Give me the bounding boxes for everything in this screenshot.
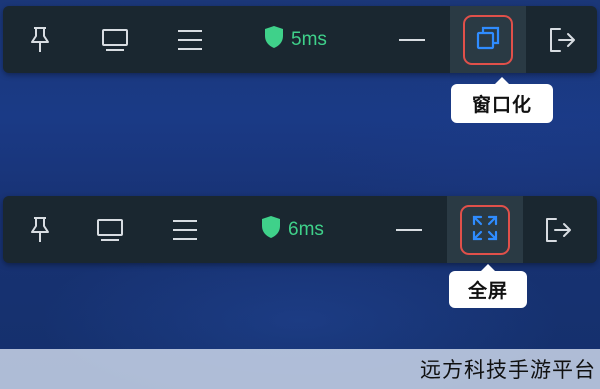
hamburger-menu-icon (176, 28, 204, 52)
highlight-ring (463, 14, 513, 65)
exit-icon (543, 216, 573, 244)
pin-button[interactable] (12, 196, 68, 263)
minimize-button[interactable] (384, 6, 440, 73)
monitor-button[interactable] (82, 196, 138, 263)
exit-button[interactable] (534, 6, 590, 73)
shield-icon (263, 25, 285, 55)
latency-indicator: 5ms (263, 6, 353, 73)
exit-icon (547, 26, 577, 54)
pin-icon (27, 216, 53, 244)
shield-icon (260, 215, 282, 245)
window-mode-button[interactable] (450, 6, 526, 73)
monitor-icon (100, 27, 130, 53)
fullscreen-button[interactable] (447, 196, 523, 263)
watermark-text: 远方科技手游平台 (420, 358, 596, 382)
toolbar-windowed: 5ms (3, 6, 597, 73)
monitor-button[interactable] (87, 6, 143, 73)
latency-text: 6ms (288, 218, 324, 240)
watermark-banner: 远方科技手游平台 (0, 349, 600, 389)
monitor-icon (95, 217, 125, 243)
pin-button[interactable] (12, 6, 68, 73)
menu-button[interactable] (157, 196, 213, 263)
toolbar-fullscreen: 6ms (3, 196, 597, 263)
hamburger-menu-icon (171, 218, 199, 242)
minimize-button[interactable] (381, 196, 437, 263)
latency-text: 5ms (291, 28, 327, 50)
minimize-icon (395, 227, 423, 233)
minimize-icon (398, 37, 426, 43)
latency-indicator: 6ms (260, 196, 350, 263)
tooltip-windowed: 窗口化 (451, 77, 553, 123)
pin-icon (27, 26, 53, 54)
exit-button[interactable] (530, 196, 586, 263)
fullscreen-expand-icon (471, 214, 499, 246)
tooltip-fullscreen: 全屏 (449, 264, 527, 308)
window-restore-icon (475, 25, 501, 55)
menu-button[interactable] (162, 6, 218, 73)
highlight-ring (460, 204, 510, 255)
